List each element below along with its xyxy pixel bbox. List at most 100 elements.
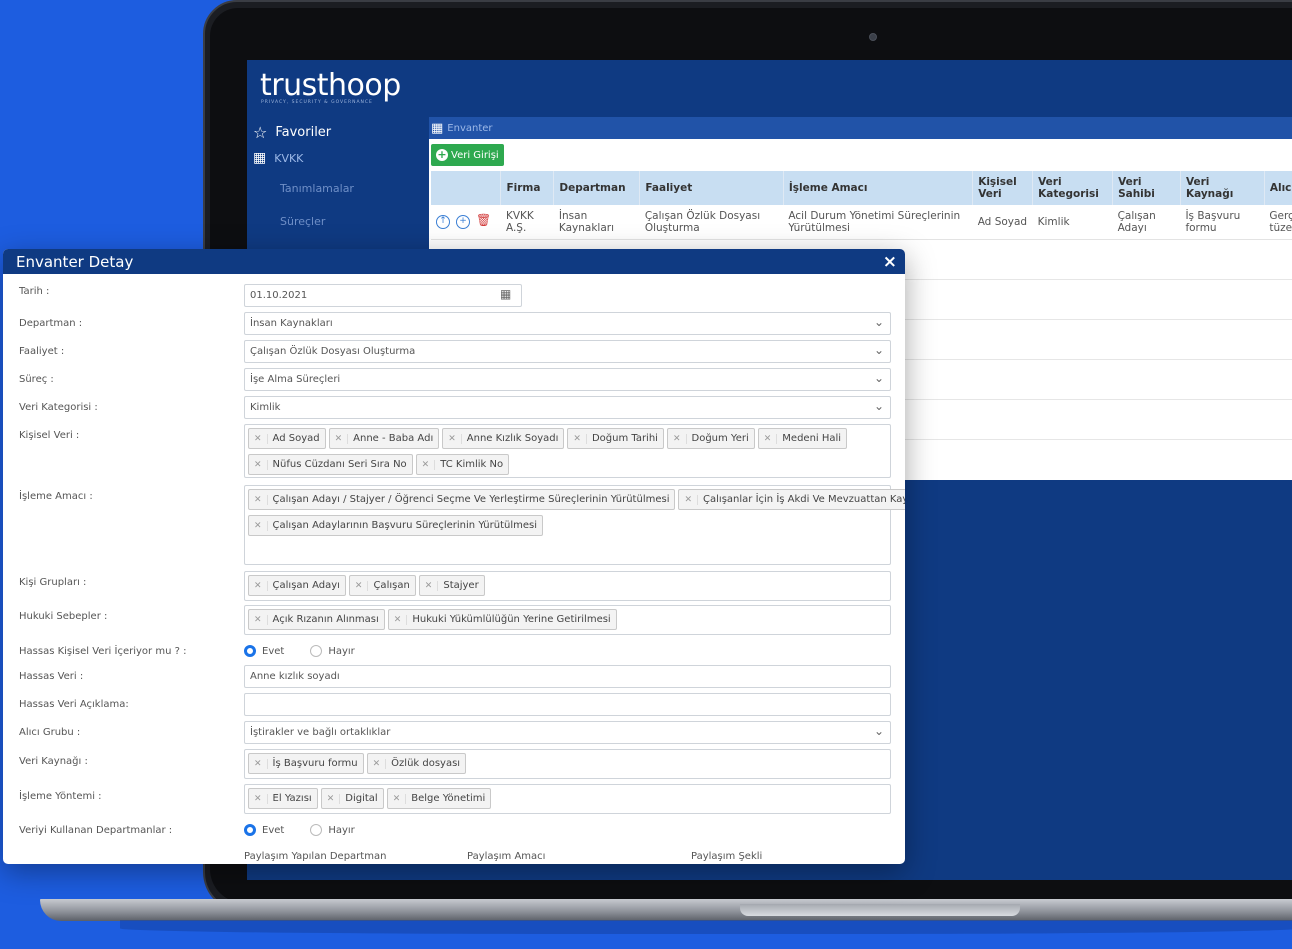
remove-icon[interactable]: ✕ <box>673 433 687 444</box>
tarih-value: 01.10.2021 <box>250 290 308 301</box>
remove-icon[interactable]: ✕ <box>394 614 408 625</box>
tarih-input[interactable]: 01.10.2021 <box>244 284 522 307</box>
alici-grubu-select[interactable]: İştirakler ve bağlı ortaklıklar <box>244 721 891 744</box>
hukuki-sebepler-label: Hukuki Sebepler : <box>19 611 108 622</box>
tag[interactable]: ✕ Çalışan Adayı <box>248 575 346 596</box>
col-departman[interactable]: Departman <box>553 171 641 205</box>
sidebar-subitem-tanimlamalar[interactable]: Tanımlamalar <box>280 182 354 195</box>
remove-icon[interactable]: ✕ <box>254 614 268 625</box>
modal-title: Envanter Detay <box>16 252 134 271</box>
tag[interactable]: ✕ Doğum Yeri <box>666 428 755 449</box>
breadcrumb: ▦ Envanter <box>429 117 1292 139</box>
isleme-yontemi-tags[interactable]: ✕ El Yazısı ✕ Digital ✕ Belge Yönetimi <box>244 784 891 814</box>
row-actions: ↑ + 🗑 <box>431 205 501 240</box>
remove-icon[interactable]: ✕ <box>764 433 778 444</box>
close-icon[interactable]: × <box>883 252 897 272</box>
tag[interactable]: ✕ Çalışan Adayı / Stajyer / Öğrenci Seçme… <box>248 489 676 510</box>
radio-hayir-label: Hayır <box>328 645 355 657</box>
alici-grubu-value: İştirakler ve bağlı ortaklıklar <box>250 727 391 738</box>
tag[interactable]: ✕ Açık Rızanın Alınması <box>248 609 385 630</box>
col-faaliyet[interactable]: Faaliyet <box>639 171 784 205</box>
modal-header: Envanter Detay × <box>3 249 905 274</box>
surec-label: Süreç : <box>19 374 54 385</box>
remove-icon[interactable]: ✕ <box>254 758 268 769</box>
kullanan-dept-radio-group[interactable]: Evet Hayır <box>244 824 355 836</box>
tag[interactable]: ✕ Hukuki Yükümlülüğün Yerine Getirilmesi <box>387 609 617 630</box>
remove-icon[interactable]: ✕ <box>254 494 268 505</box>
remove-icon[interactable]: ✕ <box>684 494 699 505</box>
remove-icon[interactable]: ✕ <box>335 433 349 444</box>
kisi-gruplari-tags[interactable]: ✕ Çalışan Adayı ✕ Çalışan ✕ Stajyer <box>244 571 891 601</box>
tag[interactable]: ✕ Çalışan <box>348 575 416 596</box>
col-kisisel-veri[interactable]: Kişisel Veri <box>972 171 1034 205</box>
tag-label: Anne Kızlık Soyadı <box>466 433 559 444</box>
app-logo: trusthoop <box>260 68 401 103</box>
remove-icon[interactable]: ✕ <box>355 580 369 591</box>
remove-icon[interactable]: ✕ <box>254 459 268 470</box>
tag[interactable]: ✕ Nüfus Cüzdanı Seri Sıra No <box>248 454 413 475</box>
tag[interactable]: ✕ Özlük dosyası <box>366 753 467 774</box>
radio-hayir[interactable] <box>310 824 323 836</box>
sidebar-item-kvkk[interactable]: ▦ KVKK <box>253 150 303 166</box>
tag[interactable]: ✕ Stajyer <box>418 575 485 596</box>
veri-kategorisi-select[interactable]: Kimlik <box>244 396 891 419</box>
col-firma[interactable]: Firma <box>500 171 555 205</box>
inventory-table: Firma Departman Faaliyet İşleme Amacı Ki… <box>431 171 1292 240</box>
remove-icon[interactable]: ✕ <box>425 580 439 591</box>
veri-kaynagi-tags[interactable]: ✕ İş Başvuru formu ✕ Özlük dosyası <box>244 749 891 779</box>
arrow-up-icon[interactable]: ↑ <box>436 214 450 229</box>
tag-label: Özlük dosyası <box>391 758 461 769</box>
sidebar-subitem-surecler[interactable]: Süreçler <box>280 215 325 228</box>
surec-select[interactable]: İşe Alma Süreçleri <box>244 368 891 391</box>
remove-icon[interactable]: ✕ <box>327 793 341 804</box>
camera-icon <box>869 33 877 41</box>
col-veri-sahibi[interactable]: Veri Sahibi <box>1112 171 1181 205</box>
remove-icon[interactable]: ✕ <box>254 580 268 591</box>
laptop-base <box>40 899 1292 921</box>
remove-icon[interactable]: ✕ <box>373 758 387 769</box>
remove-icon[interactable]: ✕ <box>422 459 436 470</box>
zoom-icon[interactable]: + <box>456 214 470 229</box>
isleme-amaci-tags[interactable]: ✕ Çalışan Adayı / Stajyer / Öğrenci Seçme… <box>244 485 905 565</box>
tag[interactable]: ✕ Belge Yönetimi <box>386 788 492 809</box>
col-veri-kaynagi[interactable]: Veri Kaynağı <box>1180 171 1265 205</box>
tag[interactable]: ✕ Çalışanlar İçin İş Akdi Ve Mevzuattan K… <box>678 489 905 510</box>
departman-select[interactable]: İnsan Kaynakları <box>244 312 891 335</box>
sidebar-item-favoriler[interactable]: ☆ Favoriler <box>253 123 331 142</box>
col-alici[interactable]: Alıcı <box>1264 171 1292 205</box>
tag[interactable]: ✕ Digital <box>320 788 384 809</box>
remove-icon[interactable]: ✕ <box>254 520 268 531</box>
radio-evet[interactable] <box>244 824 256 836</box>
calendar-icon[interactable]: ▦ <box>500 287 511 301</box>
table-row[interactable]: ↑ + 🗑 KVKK A.Ş. İnsan Kaynakları Çalışan… <box>431 205 1292 240</box>
radio-evet[interactable] <box>244 645 256 657</box>
remove-icon[interactable]: ✕ <box>254 433 268 444</box>
tag[interactable]: ✕ Çalışan Adaylarının Başvuru Süreçlerini… <box>248 515 543 536</box>
kisisel-veri-tags[interactable]: ✕ Ad Soyad ✕ Anne - Baba Adı ✕ Anne Kızlık … <box>244 424 891 478</box>
radio-hayir[interactable] <box>310 645 323 657</box>
tag[interactable]: ✕ El Yazısı <box>248 788 318 809</box>
tag[interactable]: ✕ Anne Kızlık Soyadı <box>442 428 565 449</box>
tag-label: Nüfus Cüzdanı Seri Sıra No <box>272 459 407 470</box>
tag[interactable]: ✕ Medeni Hali <box>757 428 848 449</box>
hassas-mi-radio-group[interactable]: Evet Hayır <box>244 645 355 657</box>
remove-icon[interactable]: ✕ <box>573 433 587 444</box>
hukuki-sebepler-tags[interactable]: ✕ Açık Rızanın Alınması ✕ Hukuki Yükümlülü… <box>244 605 891 635</box>
isleme-yontemi-label: İşleme Yöntemi : <box>19 791 102 802</box>
tag[interactable]: ✕ İş Başvuru formu <box>248 753 364 774</box>
trash-icon[interactable]: 🗑 <box>476 214 491 229</box>
hassas-veri-input[interactable]: Anne kızlık soyadı <box>244 665 891 688</box>
hassas-aciklama-input[interactable] <box>244 693 891 716</box>
tag[interactable]: ✕ Ad Soyad <box>248 428 326 449</box>
veri-girisi-button[interactable]: + Veri Girişi <box>431 144 504 166</box>
remove-icon[interactable]: ✕ <box>254 793 268 804</box>
col-veri-kategorisi[interactable]: Veri Kategorisi <box>1032 171 1114 205</box>
tag[interactable]: ✕ Anne - Baba Adı <box>328 428 440 449</box>
faaliyet-select[interactable]: Çalışan Özlük Dosyası Oluşturma <box>244 340 891 363</box>
col-isleme-amaci[interactable]: İşleme Amacı <box>783 171 974 205</box>
tag[interactable]: ✕ Doğum Tarihi <box>567 428 664 449</box>
breadcrumb-label[interactable]: Envanter <box>447 123 492 134</box>
tag[interactable]: ✕ TC Kimlik No <box>415 454 510 475</box>
remove-icon[interactable]: ✕ <box>393 793 407 804</box>
remove-icon[interactable]: ✕ <box>448 433 462 444</box>
